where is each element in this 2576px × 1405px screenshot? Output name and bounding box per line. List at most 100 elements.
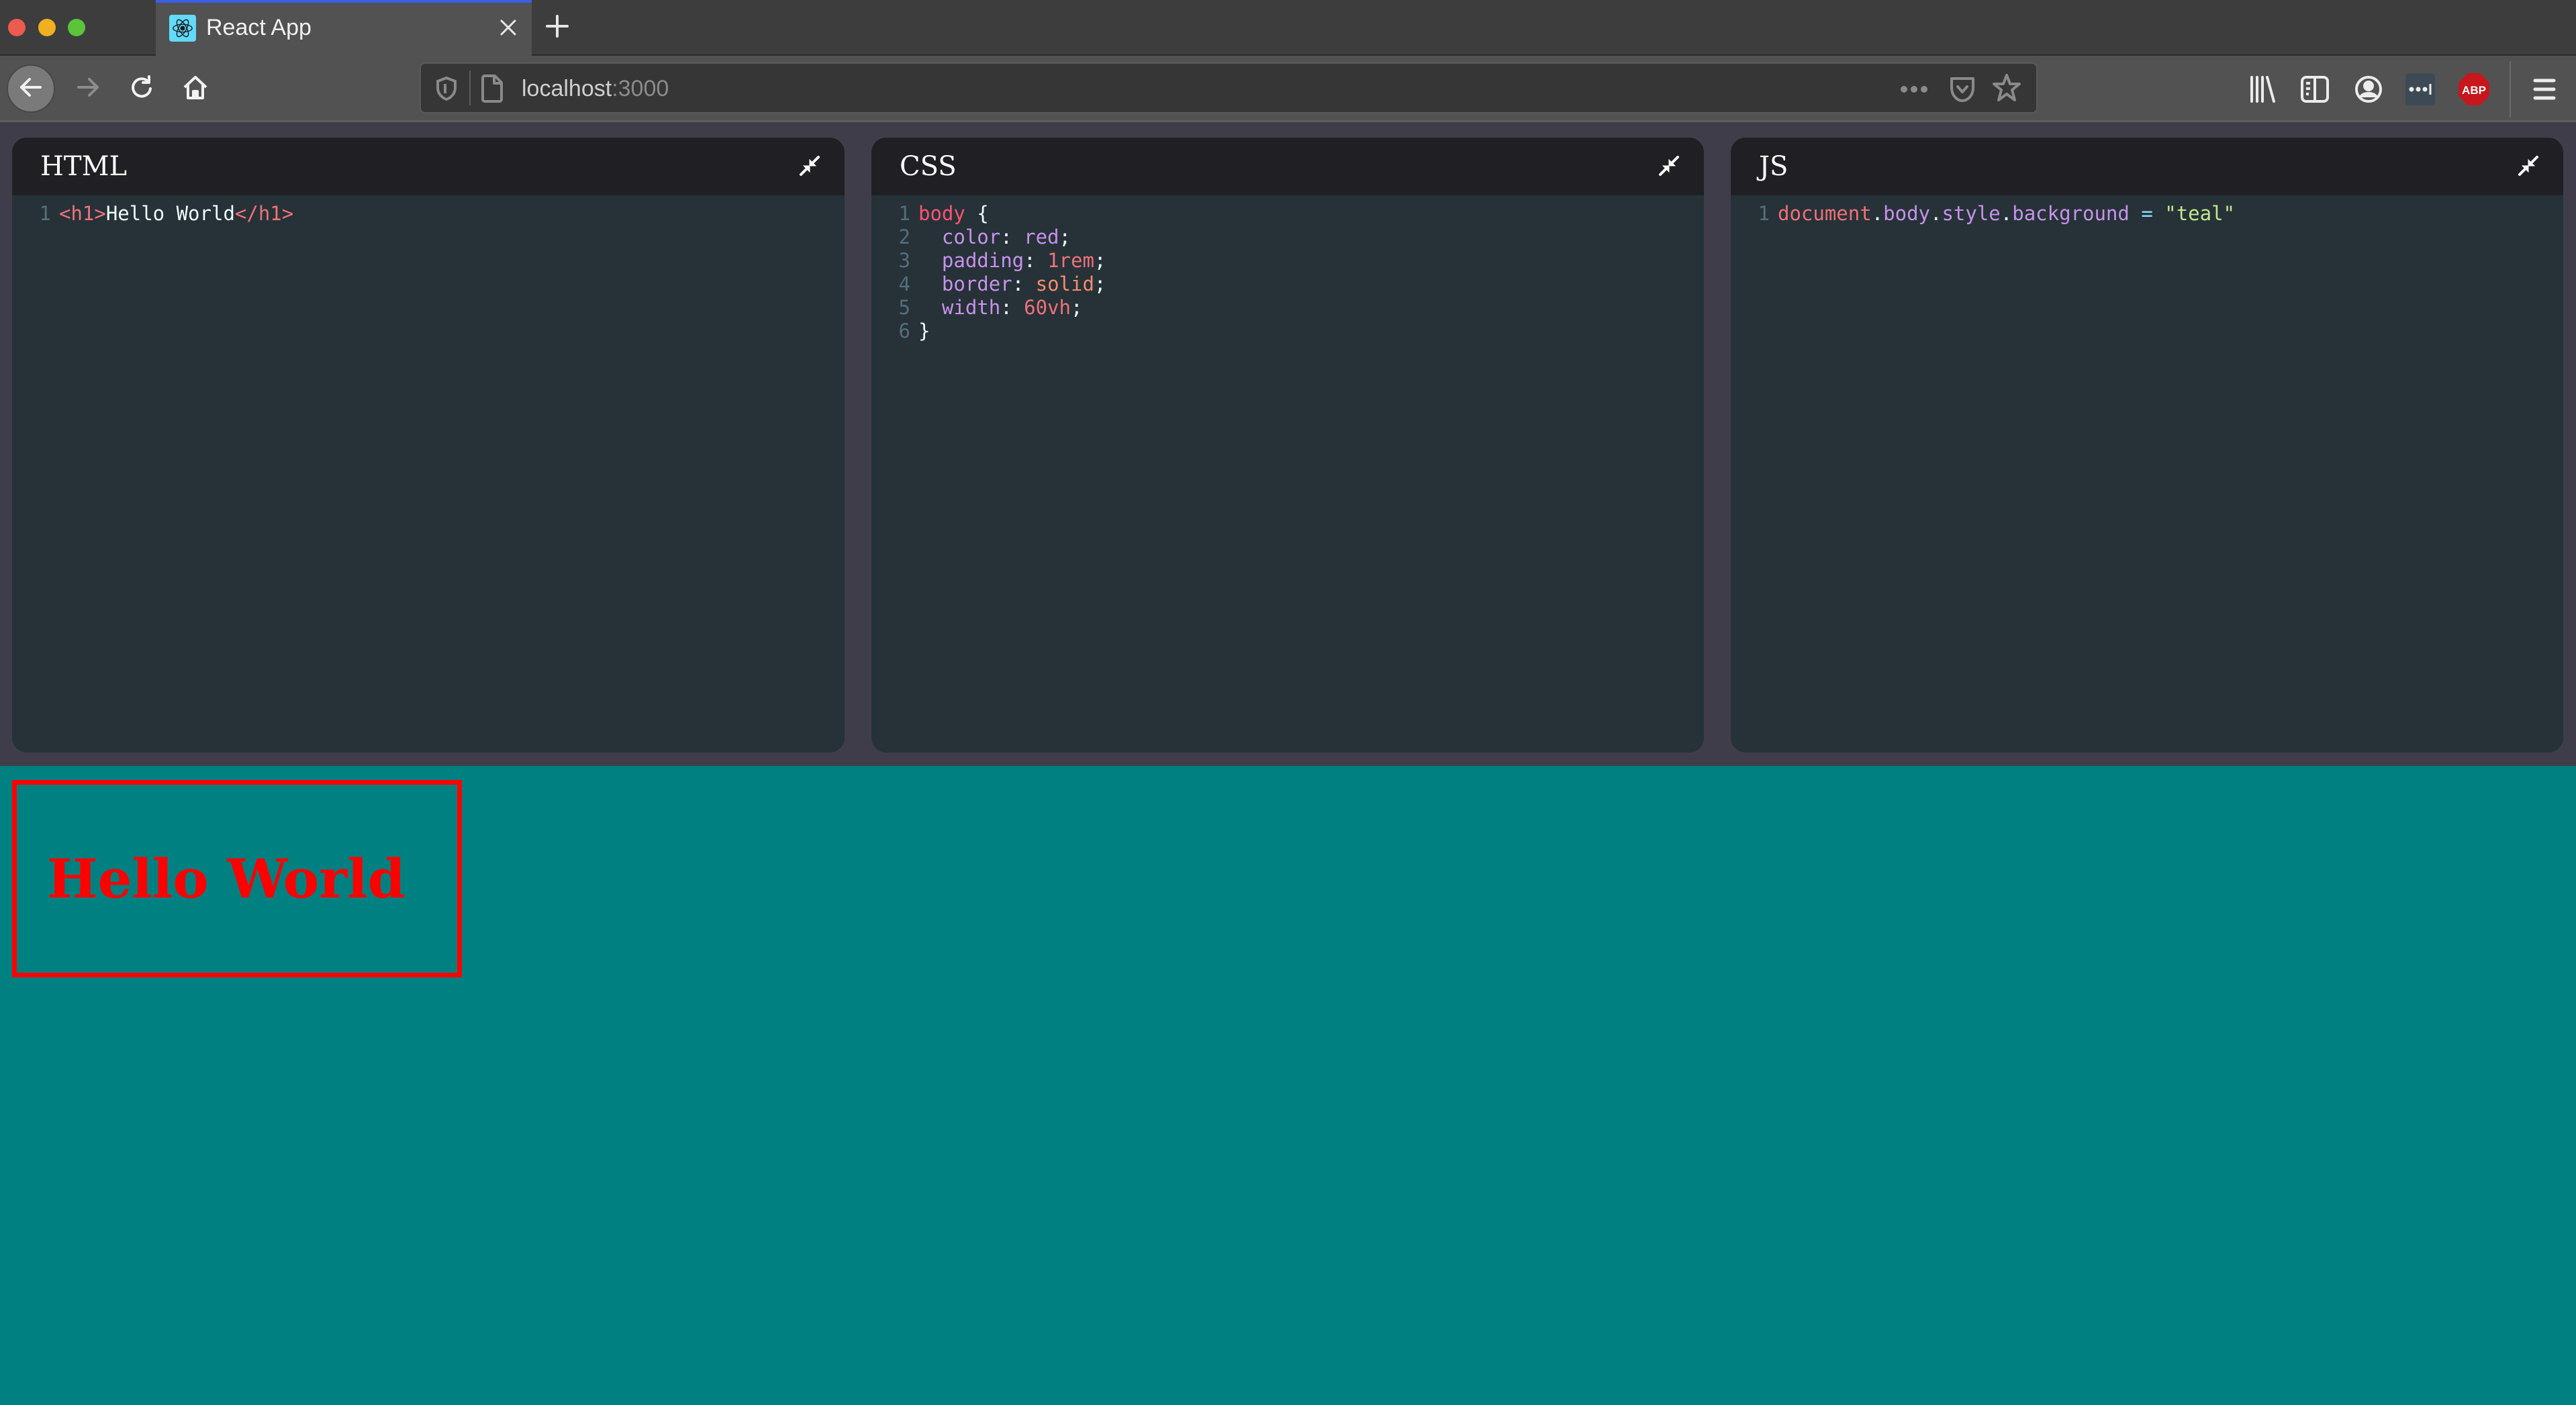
collapse-button[interactable]	[1654, 152, 1684, 182]
reload-icon	[128, 74, 155, 103]
code-token: }	[918, 320, 931, 342]
new-tab-button[interactable]	[537, 9, 577, 46]
code-token: </h1>	[234, 202, 294, 225]
tab-title: React App	[206, 15, 312, 40]
code-token: red	[1024, 226, 1059, 248]
code-token: :	[1024, 249, 1048, 272]
code-line[interactable]: 3 padding: 1rem;	[871, 249, 1704, 273]
code-token: <h1>	[59, 202, 106, 225]
code-token: :	[1012, 273, 1036, 295]
line-number: 4	[898, 273, 910, 295]
preview-heading: Hello World	[47, 847, 406, 910]
extension-icon[interactable]	[2400, 69, 2440, 109]
code-line[interactable]: 4 border: solid;	[871, 273, 1704, 296]
code-token: "teal"	[2164, 202, 2236, 225]
line-number: 5	[898, 296, 910, 319]
code-token: 1rem	[1047, 249, 1094, 272]
url-host: localhost	[522, 76, 612, 101]
collapse-arrows-icon	[798, 154, 821, 180]
code-token: ;	[1094, 249, 1106, 272]
address-bar-separator	[469, 70, 471, 105]
line-number: 2	[898, 226, 910, 248]
window-close-button[interactable]	[8, 19, 26, 36]
code-line[interactable]: 2 color: red;	[871, 226, 1704, 249]
preview-body: Hello World	[12, 780, 462, 977]
code-token: .	[1930, 202, 1942, 225]
panel-title: CSS	[900, 151, 957, 182]
code-line[interactable]: 1 document. body. style. background = "teal"	[1731, 202, 2563, 226]
plus-icon	[545, 14, 569, 41]
preview-frame: Hello World	[0, 766, 2576, 1405]
navigation-toolbar: localhost:3000 ABP	[0, 56, 2576, 122]
code-token: document	[1778, 202, 1872, 225]
line-number: 1	[39, 202, 51, 225]
react-logo-icon	[169, 15, 196, 42]
account-icon[interactable]	[2348, 69, 2389, 109]
code-token: .	[1871, 202, 1884, 225]
html-editor-panel: HTML 1 <h1> Hello World </h1>	[12, 138, 845, 753]
hamburger-menu-icon[interactable]	[2524, 69, 2565, 109]
code-token: ;	[1070, 296, 1083, 319]
line-number: 1	[1758, 202, 1770, 225]
adblock-plus-icon[interactable]: ABP	[2454, 69, 2494, 109]
reload-button[interactable]	[117, 64, 166, 113]
page-icon[interactable]	[480, 74, 504, 106]
tab-bar: React App	[0, 0, 2576, 56]
code-token: body	[918, 202, 965, 225]
forward-button[interactable]	[64, 64, 112, 113]
code-token: color	[918, 226, 1001, 248]
pocket-icon[interactable]	[1949, 75, 1976, 107]
code-token: Hello World	[105, 202, 235, 225]
address-bar[interactable]: localhost:3000	[420, 62, 2038, 113]
abp-label: ABP	[2462, 84, 2486, 97]
html-code-editor[interactable]: 1 <h1> Hello World </h1>	[12, 195, 845, 226]
line-number: 3	[898, 249, 910, 272]
panel-title: HTML	[40, 151, 128, 182]
line-number: 6	[898, 320, 910, 342]
collapse-arrows-icon	[1658, 154, 1680, 180]
window-minimize-button[interactable]	[38, 19, 56, 36]
window-maximize-button[interactable]	[68, 19, 85, 36]
home-button[interactable]	[171, 64, 220, 113]
code-line[interactable]: 1 body {	[871, 202, 1704, 226]
url-text[interactable]: localhost:3000	[522, 73, 669, 104]
js-editor-panel: JS 1 document. body. style. background = "te…	[1731, 138, 2563, 753]
code-line[interactable]: 1 <h1> Hello World </h1>	[12, 202, 845, 226]
collapse-button[interactable]	[795, 152, 824, 182]
bookmark-star-icon[interactable]	[1992, 73, 2021, 105]
css-code-editor[interactable]: 1 body {2 color: red; 3 padding: 1rem; 4 bo…	[871, 195, 1704, 343]
code-token: background	[2012, 202, 2130, 225]
more-actions-icon[interactable]	[1899, 76, 1929, 105]
code-token: ;	[1094, 273, 1106, 295]
editor-workspace: HTML 1 <h1> Hello World </h1> CSS 1 body {2 …	[0, 122, 2576, 766]
code-line[interactable]: 5 width: 60vh;	[871, 296, 1704, 320]
library-icon[interactable]	[2242, 69, 2283, 109]
home-icon	[182, 74, 209, 103]
line-number: 1	[898, 202, 910, 225]
code-token: :	[1000, 296, 1024, 319]
code-token: {	[965, 202, 989, 225]
collapse-arrows-icon	[2517, 154, 2540, 180]
code-token: width	[918, 296, 1001, 319]
code-token: =	[2129, 202, 2165, 225]
panel-title: JS	[1759, 151, 1788, 182]
sidebar-icon[interactable]	[2295, 69, 2335, 109]
code-token: ;	[1059, 226, 1071, 248]
shield-icon[interactable]	[436, 76, 457, 104]
panel-header: HTML	[12, 138, 845, 195]
code-token: :	[1000, 226, 1024, 248]
js-code-editor[interactable]: 1 document. body. style. background = "teal"	[1731, 195, 2563, 226]
toolbar-divider	[2510, 61, 2511, 117]
code-token: body	[1883, 202, 1930, 225]
close-icon[interactable]	[493, 12, 524, 43]
css-editor-panel: CSS 1 body {2 color: red; 3 padding: 1rem;…	[871, 138, 1704, 753]
panel-header: CSS	[871, 138, 1704, 195]
back-button[interactable]	[7, 64, 55, 113]
tab-react-app[interactable]: React App	[156, 0, 532, 56]
code-token: 60vh	[1024, 296, 1071, 319]
back-arrow-icon	[17, 74, 44, 103]
collapse-button[interactable]	[2514, 152, 2543, 182]
code-line[interactable]: 6}	[871, 320, 1704, 343]
code-token: style	[1942, 202, 2001, 225]
forward-arrow-icon	[75, 74, 101, 103]
